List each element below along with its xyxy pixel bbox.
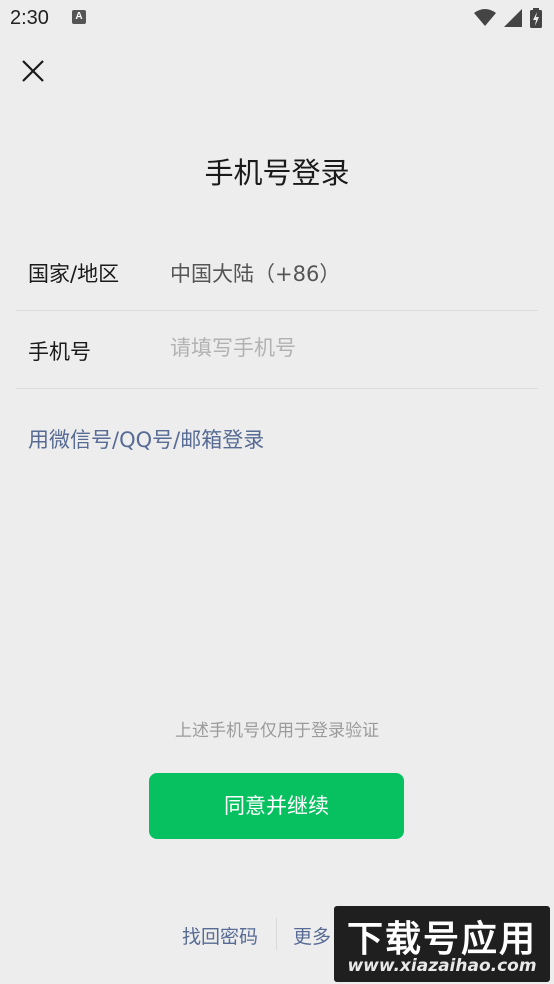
close-icon (22, 60, 44, 82)
more-options-link[interactable]: 更多 (293, 922, 331, 949)
wifi-icon (474, 9, 496, 31)
status-time: 2:30 (10, 7, 49, 29)
phone-input[interactable] (170, 332, 530, 364)
agree-continue-button[interactable]: 同意并继续 (149, 773, 404, 839)
watermark-title: 下载号应用 (346, 919, 537, 960)
signal-icon (504, 9, 522, 31)
close-button[interactable] (18, 56, 48, 86)
country-label: 国家/地区 (28, 262, 120, 286)
page-title: 手机号登录 (204, 156, 350, 190)
verification-notice: 上述手机号仅用于登录验证 (175, 721, 379, 741)
watermark-url: www.xiazaihao.com (347, 956, 537, 976)
status-icons (474, 8, 542, 32)
battery-charging-icon (530, 8, 542, 32)
find-password-link[interactable]: 找回密码 (182, 922, 258, 949)
status-bar: 2:30 A (0, 0, 554, 38)
phone-label: 手机号 (28, 340, 91, 364)
phone-row: 手机号 (16, 310, 538, 389)
link-divider (276, 918, 277, 950)
country-value: 中国大陆（+86） (170, 262, 341, 286)
watermark: 下载号应用 www.xiazaihao.com (334, 906, 550, 982)
notification-a-icon: A (72, 10, 86, 24)
alt-login-link[interactable]: 用微信号/QQ号/邮箱登录 (28, 424, 264, 454)
country-region-row[interactable]: 国家/地区 中国大陆（+86） (16, 232, 538, 311)
